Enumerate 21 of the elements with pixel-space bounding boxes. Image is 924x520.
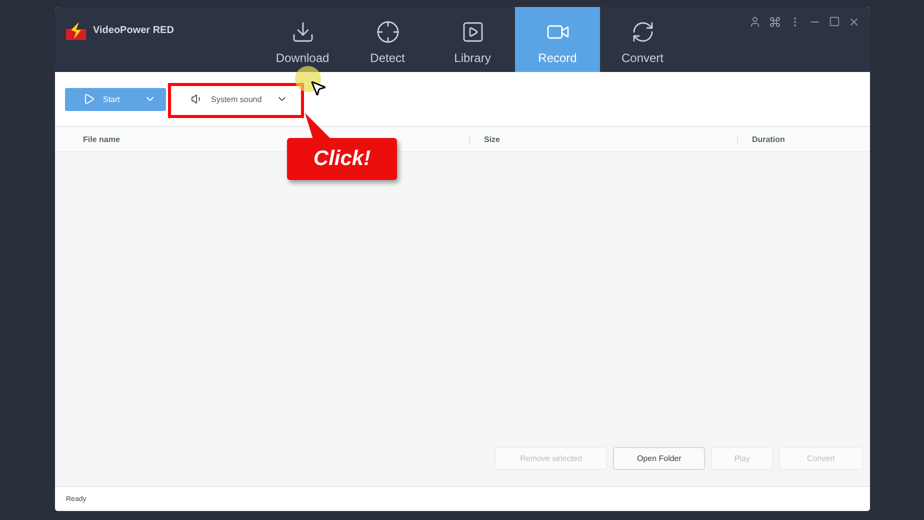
- maximize-icon[interactable]: [829, 16, 840, 27]
- app-name: VideoPower RED: [93, 25, 174, 36]
- nav-tab[interactable]: Convert: [600, 7, 685, 72]
- nav-tab[interactable]: Detect: [345, 7, 430, 72]
- logo-icon: [65, 21, 87, 41]
- callout-tail: [303, 111, 333, 141]
- close-icon[interactable]: [848, 16, 860, 28]
- nav-tab[interactable]: Download: [260, 7, 345, 72]
- column-header[interactable]: Duration: [737, 134, 870, 144]
- refresh-icon: [630, 20, 654, 44]
- crosshair-icon: [376, 20, 400, 44]
- column-header[interactable]: Size: [469, 134, 737, 144]
- play-icon: [83, 93, 95, 105]
- user-icon[interactable]: [749, 16, 761, 28]
- cursor-icon: [309, 79, 327, 97]
- play-square-icon: [460, 20, 484, 44]
- command-icon[interactable]: [769, 16, 781, 28]
- action-button[interactable]: Open Folder: [612, 447, 706, 470]
- download-icon: [290, 20, 314, 44]
- speaker-icon: [191, 93, 203, 105]
- nav-tab[interactable]: Library: [430, 7, 515, 72]
